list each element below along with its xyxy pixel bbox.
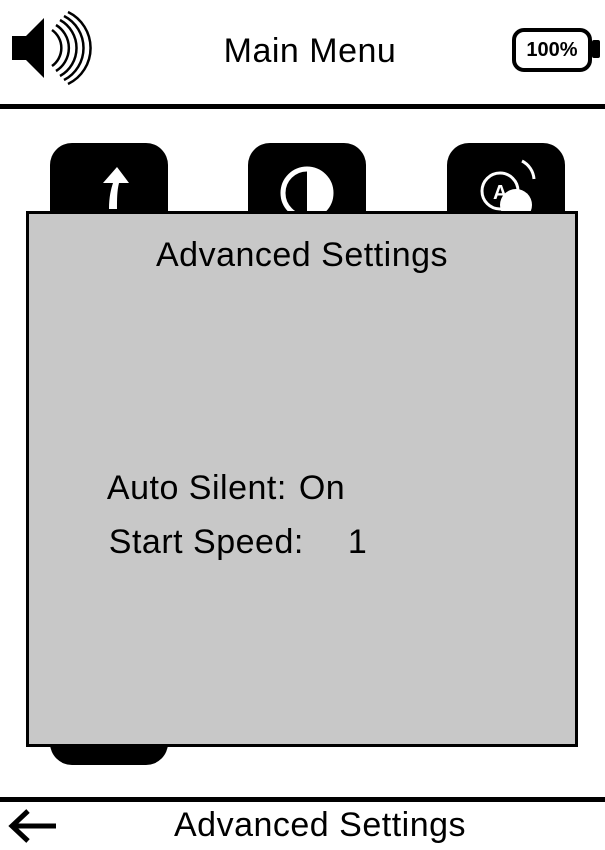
battery-level: 100% [526, 39, 578, 61]
battery-indicator: 100% [508, 26, 604, 78]
back-arrow-icon[interactable] [6, 808, 60, 844]
header-divider [0, 104, 605, 109]
speaker-volume-icon[interactable] [8, 8, 103, 88]
header-bar: Main Menu 100% [0, 0, 605, 110]
dialog-title: Advanced Settings [155, 236, 449, 274]
return-arrow-icon [103, 167, 129, 209]
setting-start-speed[interactable]: Start Speed: 1 [69, 484, 367, 601]
setting-value: 1 [347, 523, 368, 561]
advanced-settings-dialog: Advanced Settings Auto Silent: On Start S… [26, 211, 578, 747]
contrast-icon [280, 166, 334, 213]
page-title: Main Menu [223, 32, 397, 70]
language-icon: A [480, 159, 536, 213]
footer-divider [0, 797, 605, 802]
setting-label: Start Speed: [108, 523, 304, 561]
svg-text:A: A [493, 182, 507, 204]
footer-label: Advanced Settings [173, 806, 467, 844]
battery-terminal [592, 40, 600, 58]
